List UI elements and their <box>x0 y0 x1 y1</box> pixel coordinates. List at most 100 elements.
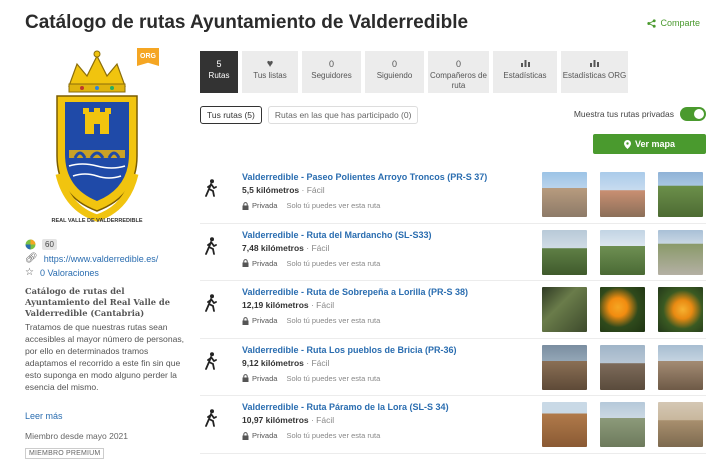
tile-routes[interactable]: 5 Rutas <box>200 51 238 93</box>
route-title[interactable]: Valderredible - Ruta Páramo de la Lora (… <box>242 402 449 412</box>
tile-companions-count: 0 <box>455 59 461 69</box>
route-distance: 9,12 kilómetros · Fácil <box>242 358 329 368</box>
tile-companions-label: Compañeros de ruta <box>430 71 487 90</box>
route-privacy-label: Privada <box>252 431 278 440</box>
route-row[interactable]: Valderredible - Ruta del Mardancho (SL-S… <box>200 224 706 281</box>
route-photo[interactable] <box>600 344 645 390</box>
view-map-label: Ver mapa <box>634 139 676 149</box>
route-title[interactable]: Valderredible - Paseo Polientes Arroyo T… <box>242 172 487 182</box>
route-photo[interactable] <box>600 287 645 332</box>
tile-stats-org-label: Estadísticas ORG <box>562 71 627 80</box>
share-label: Comparte <box>660 18 700 28</box>
route-privacy-label: Privada <box>252 258 278 268</box>
private-routes-toggle-row: Muestra tus rutas privadas <box>574 107 706 121</box>
route-row[interactable]: Valderredible - Ruta Páramo de la Lora (… <box>200 396 706 454</box>
route-photo[interactable] <box>658 402 703 447</box>
stats-tiles: 5 Rutas ♥ Tus listas 0 Seguidores 0 Sigu… <box>200 51 628 93</box>
page-title: Catálogo de rutas Ayuntamiento de Valder… <box>25 12 469 33</box>
hiker-icon <box>205 179 217 197</box>
level-row: 60 <box>25 239 57 250</box>
view-map-button[interactable]: Ver mapa <box>593 134 706 154</box>
route-privacy-note: Solo tú puedes ver esta ruta <box>286 431 381 440</box>
route-difficulty: · Fácil <box>303 242 330 253</box>
route-row[interactable]: Valderredible - Ruta Los pueblos de Bric… <box>200 339 706 396</box>
tile-lists[interactable]: ♥ Tus listas <box>242 51 298 93</box>
lock-icon <box>242 316 249 325</box>
route-privacy: Privada Solo tú puedes ver esta ruta <box>242 431 380 440</box>
route-photo[interactable] <box>658 229 703 275</box>
route-photos <box>542 172 703 217</box>
profile-description: Tratamos de que nuestras rutas sean acce… <box>25 322 185 392</box>
bar-chart-icon <box>493 59 557 69</box>
route-privacy-note: Solo tú puedes ver esta ruta <box>286 201 381 210</box>
bar-chart-icon <box>561 59 628 69</box>
org-badge: ORG <box>137 48 159 66</box>
private-routes-toggle-label: Muestra tus rutas privadas <box>573 109 674 119</box>
route-distance: 5,5 kilómetros · Fácil <box>242 185 325 195</box>
route-photo[interactable] <box>542 344 587 390</box>
lock-icon <box>242 259 249 267</box>
route-privacy: Privada Solo tú puedes ver esta ruta <box>242 259 380 268</box>
ratings-link[interactable]: 0 Valoraciones <box>40 268 99 278</box>
website-row[interactable]: 🔗︎ https://www.valderredible.es/ <box>25 253 158 264</box>
tile-stats[interactable]: Estadísticas <box>493 51 557 93</box>
routes-list: Valderredible - Paseo Polientes Arroyo T… <box>200 166 706 454</box>
private-routes-toggle[interactable] <box>680 107 706 121</box>
route-km-value: 5,5 kilómetros <box>242 185 300 195</box>
tab-my-routes[interactable]: Tus rutas (5) <box>200 106 262 124</box>
profile-description-title: Catálogo de rutas del Ayuntamiento del R… <box>25 286 171 318</box>
route-photo[interactable] <box>542 229 587 275</box>
route-photo[interactable] <box>542 287 587 332</box>
coat-of-arms-image: REAL VALLE DE VALDERREDIBLE <box>51 50 143 224</box>
route-photo[interactable] <box>600 229 645 275</box>
route-photo[interactable] <box>658 172 703 217</box>
tile-stats-label: Estadísticas <box>503 71 547 80</box>
tile-lists-label: Tus listas <box>253 71 287 80</box>
route-photo[interactable] <box>600 402 645 447</box>
level-icon <box>25 239 36 250</box>
tile-followers-label: Seguidores <box>311 71 352 80</box>
member-since: Miembro desde mayo 2021 <box>25 431 129 441</box>
route-title[interactable]: Valderredible - Ruta Los pueblos de Bric… <box>242 345 457 355</box>
route-km-value: 7,48 kilómetros <box>242 242 304 253</box>
logo-text: REAL VALLE DE VALDERREDIBLE <box>51 218 142 224</box>
website-link[interactable]: https://www.valderredible.es/ <box>44 254 159 264</box>
read-more-link[interactable]: Leer más <box>25 411 63 421</box>
route-photos <box>542 287 703 332</box>
route-title[interactable]: Valderredible - Ruta del Mardancho (SL-S… <box>242 230 432 240</box>
share-button[interactable]: Comparte <box>647 18 700 28</box>
route-photo[interactable] <box>658 344 703 390</box>
tile-followers[interactable]: 0 Seguidores <box>302 51 361 93</box>
route-difficulty: · Fácil <box>308 300 335 310</box>
route-row[interactable]: Valderredible - Paseo Polientes Arroyo T… <box>200 166 706 224</box>
tile-following[interactable]: 0 Siguiendo <box>365 51 424 93</box>
tile-routes-label: Rutas <box>208 71 230 80</box>
hiker-icon <box>205 409 217 427</box>
route-privacy: Privada Solo tú puedes ver esta ruta <box>242 316 380 325</box>
star-icon: ☆ <box>25 267 34 278</box>
tile-companions[interactable]: 0 Compañeros de ruta <box>428 51 489 93</box>
route-photo[interactable] <box>600 172 645 217</box>
route-distance: 7,48 kilómetros · Fácil <box>242 243 329 253</box>
route-difficulty: · Fácil <box>299 185 325 195</box>
heart-icon: ♥ <box>266 58 274 70</box>
route-privacy-note: Solo tú puedes ver esta ruta <box>286 258 381 268</box>
route-km-value: 10,97 kilómetros <box>242 415 309 425</box>
tab-participated-routes[interactable]: Rutas en las que has participado (0) <box>267 106 419 124</box>
route-tabs: Tus rutas (5) Rutas en las que has parti… <box>200 106 419 124</box>
route-privacy-note: Solo tú puedes ver esta ruta <box>286 316 381 325</box>
route-photos <box>542 344 703 390</box>
route-photo[interactable] <box>542 172 587 217</box>
route-row[interactable]: Valderredible - Ruta de Sobrepeña a Lori… <box>200 281 706 339</box>
route-privacy: Privada Solo tú puedes ver esta ruta <box>242 374 380 383</box>
lock-icon <box>242 374 249 382</box>
tile-stats-org[interactable]: Estadísticas ORG <box>561 51 628 93</box>
route-title[interactable]: Valderredible - Ruta de Sobrepeña a Lori… <box>242 287 468 297</box>
hiker-icon <box>205 236 217 255</box>
route-photo[interactable] <box>658 287 703 332</box>
ratings-row[interactable]: ☆ 0 Valoraciones <box>25 267 99 278</box>
route-photo[interactable] <box>542 402 587 447</box>
route-privacy: Privada Solo tú puedes ver esta ruta <box>242 201 380 210</box>
toggle-knob <box>694 109 704 119</box>
route-distance: 12,19 kilómetros · Fácil <box>242 300 334 310</box>
